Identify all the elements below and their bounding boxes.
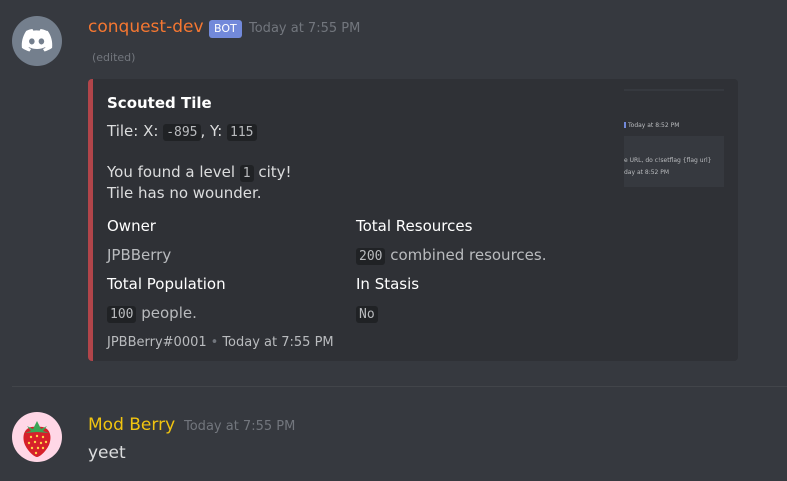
tile-x-code: -895 xyxy=(163,124,201,141)
thumbnail-text-2: e URL, do c!setflag {flag url} xyxy=(624,157,712,164)
thumbnail-panel xyxy=(624,91,724,136)
edited-label: (edited) xyxy=(92,51,136,64)
field-resources-name: Total Resources xyxy=(356,217,473,235)
level-code: 1 xyxy=(239,165,254,182)
embed-card: Scouted Tile Tile: X: -895, Y: 115 You f… xyxy=(88,79,738,361)
bot-badge: BOT xyxy=(209,20,242,38)
tile-coordinates: Tile: X: -895, Y: 115 xyxy=(107,122,257,141)
embed-title: Scouted Tile xyxy=(107,94,212,112)
strawberry-icon[interactable] xyxy=(12,412,62,462)
field-resources-value: 200 combined resources. xyxy=(356,246,546,265)
username[interactable]: Mod Berry xyxy=(88,415,175,435)
field-owner-value: JPBBerry xyxy=(107,246,172,264)
footer-time: Today at 7:55 PM xyxy=(222,335,334,350)
discord-logo-icon[interactable] xyxy=(12,16,62,66)
found-city-line: You found a level 1 city! xyxy=(107,163,292,182)
footer-separator: • xyxy=(210,335,219,350)
field-stasis-name: In Stasis xyxy=(356,275,420,293)
timestamp: Today at 7:55 PM xyxy=(184,419,296,434)
timestamp: Today at 7:55 PM xyxy=(249,21,361,36)
field-population-name: Total Population xyxy=(107,275,226,293)
thumbnail-accent xyxy=(624,122,626,128)
footer-author: JPBBerry#0001 xyxy=(107,335,207,350)
message-text: yeet xyxy=(88,443,126,463)
message-divider xyxy=(12,386,787,387)
thumbnail-text-3: day at 8:52 PM xyxy=(624,169,670,176)
thumbnail-text-1: Today at 8:52 PM xyxy=(628,122,680,129)
tile-y-code: 115 xyxy=(227,124,257,141)
wonder-line: Tile has no wounder. xyxy=(107,184,262,202)
field-stasis-value: No xyxy=(356,304,378,323)
embed-footer: JPBBerry#0001 • Today at 7:55 PM xyxy=(107,335,334,350)
field-population-value: 100 people. xyxy=(107,304,197,323)
field-owner-name: Owner xyxy=(107,217,156,235)
username[interactable]: conquest-dev xyxy=(88,17,204,37)
embed-thumbnail[interactable]: Today at 8:52 PM e URL, do c!setflag {fl… xyxy=(624,89,724,187)
